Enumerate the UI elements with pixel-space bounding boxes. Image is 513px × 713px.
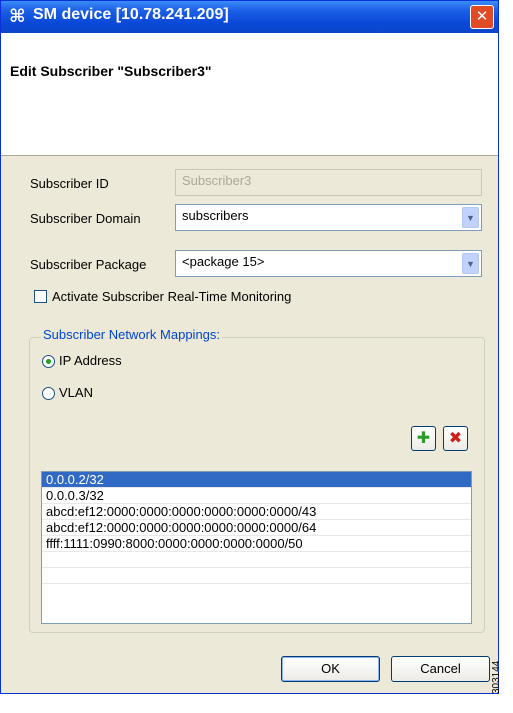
title-bar[interactable]: ⌘ SM device [10.78.241.209] ✕	[1, 1, 498, 33]
vlan-radio[interactable]	[42, 387, 55, 400]
add-mapping-button[interactable]: ✚	[411, 426, 436, 451]
subscriber-domain-value: subscribers	[182, 208, 249, 223]
figure-id: 303144	[491, 660, 502, 694]
dialog-window: ⌘ SM device [10.78.241.209] ✕ Edit Subsc…	[0, 0, 499, 694]
chevron-down-icon[interactable]: ▼	[462, 253, 479, 274]
delete-mapping-button[interactable]: ✖	[443, 426, 468, 451]
subscriber-package-select[interactable]: <package 15> ▼	[175, 250, 482, 277]
vlan-label: VLAN	[59, 385, 93, 400]
list-item[interactable]: abcd:ef12:0000:0000:0000:0000:0000:0000/…	[42, 520, 471, 536]
window-title: SM device [10.78.241.209]	[33, 6, 229, 23]
ip-address-radio[interactable]	[42, 355, 55, 368]
subscriber-package-label: Subscriber Package	[30, 257, 147, 272]
chevron-down-icon[interactable]: ▼	[462, 207, 479, 228]
mappings-list[interactable]: 0.0.0.2/32 0.0.0.3/32 abcd:ef12:0000:000…	[41, 471, 472, 624]
subscriber-id-label: Subscriber ID	[30, 176, 109, 191]
list-item[interactable]: ffff:1111:0990:8000:0000:0000:0000:0000/…	[42, 536, 471, 552]
subscriber-domain-label: Subscriber Domain	[30, 211, 141, 226]
plus-icon: ✚	[416, 428, 431, 447]
list-item[interactable]: 0.0.0.3/32	[42, 488, 471, 504]
page-title: Edit Subscriber "Subscriber3"	[10, 63, 212, 79]
radio-selected-dot	[46, 359, 51, 364]
ok-button[interactable]: OK	[281, 656, 380, 682]
network-mappings-legend: Subscriber Network Mappings:	[41, 327, 223, 342]
subscriber-domain-select[interactable]: subscribers ▼	[175, 204, 482, 231]
monitoring-checkbox[interactable]	[34, 290, 47, 303]
subscriber-id-field: Subscriber3	[175, 169, 482, 196]
ip-address-label: IP Address	[59, 353, 122, 368]
close-button[interactable]: ✕	[470, 5, 494, 29]
list-item-empty	[42, 568, 471, 584]
list-item-empty	[42, 552, 471, 568]
monitoring-label: Activate Subscriber Real-Time Monitoring	[52, 289, 292, 304]
cancel-button[interactable]: Cancel	[391, 656, 490, 682]
list-item[interactable]: abcd:ef12:0000:0000:0000:0000:0000:0000/…	[42, 504, 471, 520]
list-item[interactable]: 0.0.0.2/32	[42, 472, 471, 488]
dialog-header: Edit Subscriber "Subscriber3"	[1, 33, 498, 156]
app-icon: ⌘	[9, 6, 26, 27]
delete-icon: ✖	[448, 428, 463, 447]
subscriber-package-value: <package 15>	[182, 254, 265, 269]
